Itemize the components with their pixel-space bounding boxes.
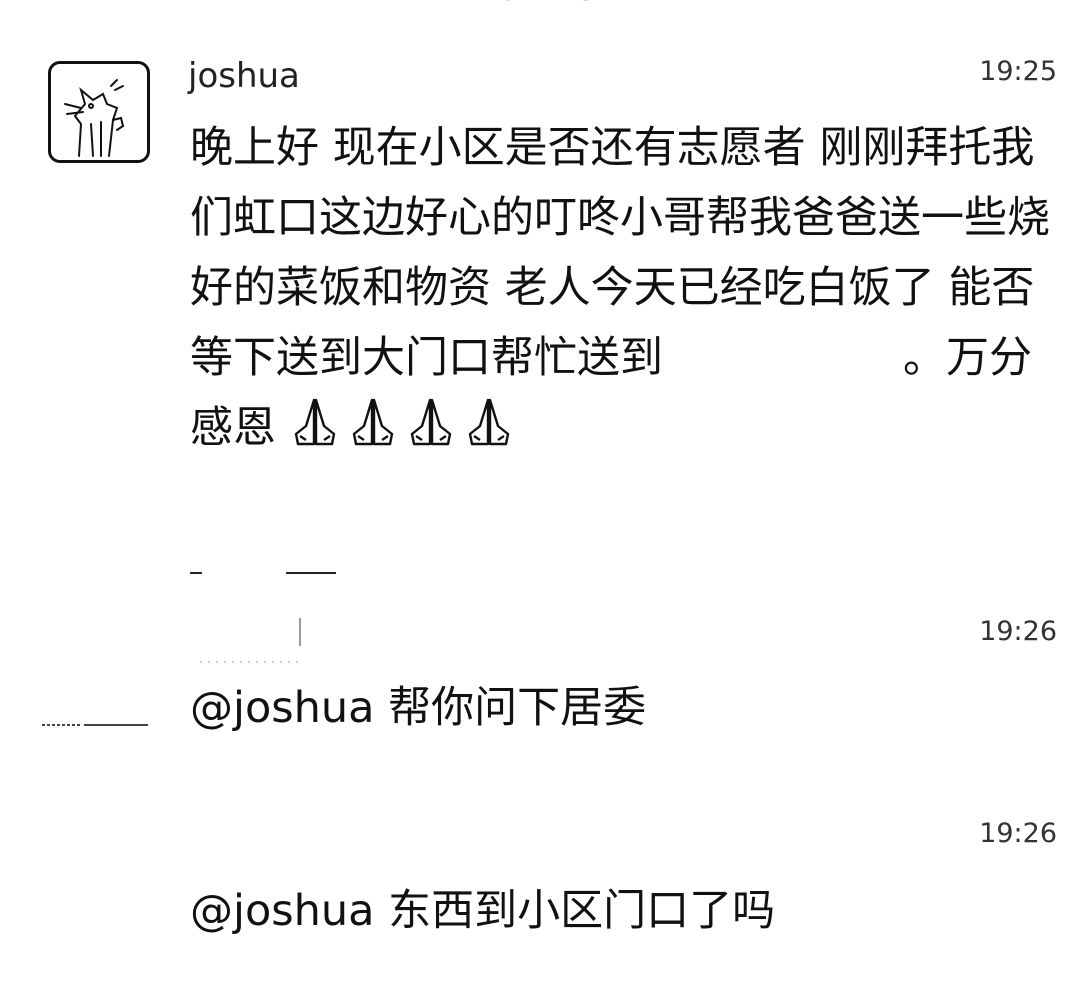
redacted-sender-name <box>190 566 340 666</box>
pray-icon <box>348 396 398 448</box>
date-header: 2022-4-5 <box>0 0 1080 6</box>
cat-avatar-icon <box>64 79 125 157</box>
sender-name[interactable]: joshua <box>188 56 300 96</box>
redacted-avatar[interactable] <box>40 715 152 735</box>
message-time: 19:26 <box>979 616 1057 647</box>
message-text: @joshua 帮你问下居委 <box>190 683 647 733</box>
message-text: 晚上好 现在小区是否还有志愿者 刚刚拜托我们虹口这边好心的叮咚小哥帮我爸爸送一些… <box>190 113 1060 463</box>
message-time: 19:26 <box>979 818 1057 849</box>
avatar[interactable] <box>48 61 150 163</box>
pray-icon <box>464 396 514 448</box>
message-text: @joshua 东西到小区门口了吗 <box>190 886 776 936</box>
pray-icon <box>406 396 456 448</box>
pray-icon <box>290 396 340 448</box>
message-time: 19:25 <box>979 56 1057 87</box>
